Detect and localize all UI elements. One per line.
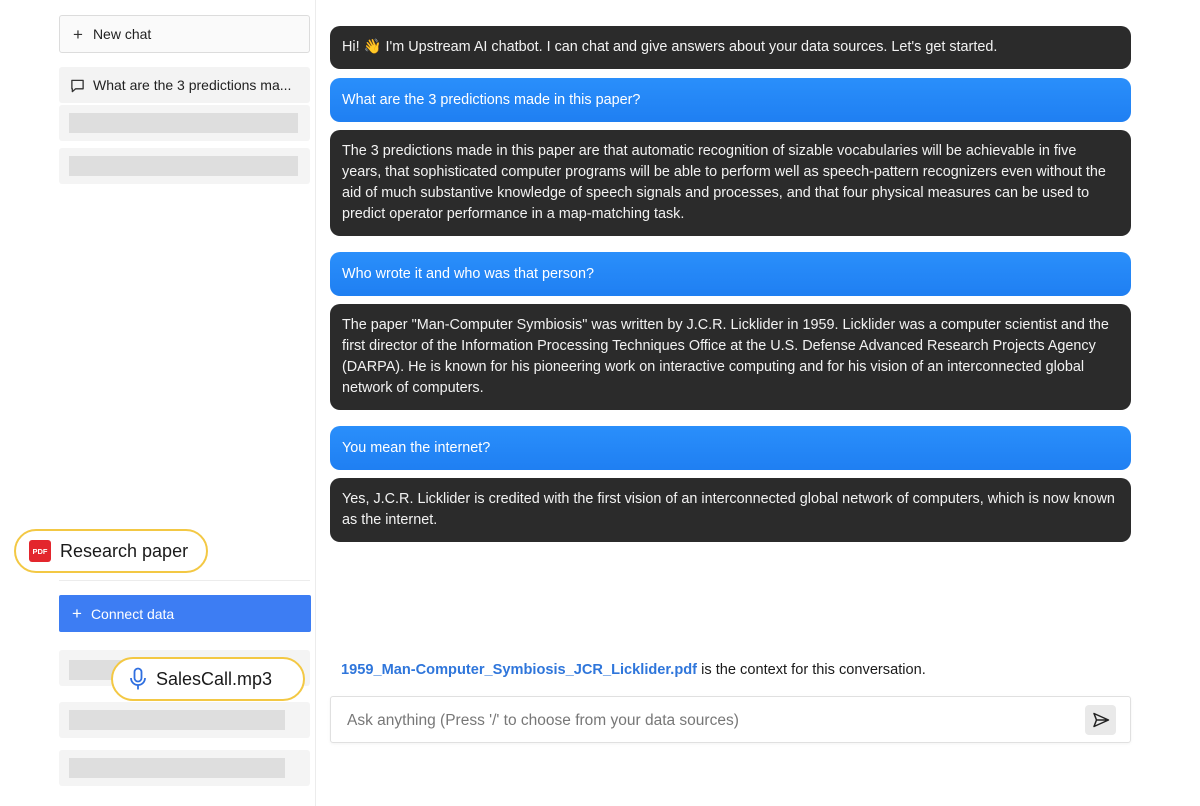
connect-data-label: Connect data: [90, 605, 175, 622]
chat-composer: [330, 696, 1131, 744]
user-message: Who wrote it and who was that person?: [330, 252, 1131, 296]
context-file-link[interactable]: 1959_Man-Computer_Symbiosis_JCR_Licklide…: [341, 662, 697, 678]
sales-call-label: SalesCall.mp3: [156, 668, 273, 689]
context-notice: 1959_Man-Computer_Symbiosis_JCR_Licklide…: [341, 662, 926, 678]
user-message: What are the 3 predictions made in this …: [330, 78, 1131, 122]
chat-bubble-icon: [71, 79, 84, 92]
send-icon: [1092, 712, 1109, 728]
chat-history-placeholder: [59, 105, 310, 141]
bot-message: Yes, J.C.R. Licklider is credited with t…: [330, 478, 1131, 542]
chat-input[interactable]: [345, 697, 1069, 744]
bot-message: Hi! 👋 I'm Upstream AI chatbot. I can cha…: [330, 26, 1131, 69]
sales-call-source-tag: SalesCall.mp3: [111, 657, 305, 701]
research-paper-label: Research paper: [60, 540, 189, 561]
sidebar-divider: [315, 0, 316, 806]
send-button[interactable]: [1085, 705, 1116, 735]
connect-data-button[interactable]: + Connect data: [59, 595, 311, 632]
user-message: You mean the internet?: [330, 426, 1131, 470]
plus-icon: +: [72, 604, 82, 623]
context-suffix: is the context for this conversation.: [697, 662, 926, 678]
plus-icon: +: [73, 24, 83, 44]
chat-history-item[interactable]: What are the 3 predictions ma...: [59, 67, 310, 103]
bot-message: The 3 predictions made in this paper are…: [330, 130, 1131, 236]
data-source-placeholder: [59, 750, 310, 786]
new-chat-label: New chat: [92, 26, 152, 42]
sidebar-section-divider: [59, 580, 310, 581]
new-chat-button[interactable]: + New chat: [59, 15, 310, 53]
research-paper-source-tag: PDF Research paper: [14, 529, 208, 573]
bot-message: The paper "Man-Computer Symbiosis" was w…: [330, 304, 1131, 410]
chat-history-placeholder: [59, 148, 310, 184]
data-source-placeholder: [59, 702, 310, 738]
chat-history-title: What are the 3 predictions ma...: [93, 77, 292, 93]
pdf-icon: PDF: [29, 540, 51, 562]
microphone-icon: [130, 667, 146, 690]
